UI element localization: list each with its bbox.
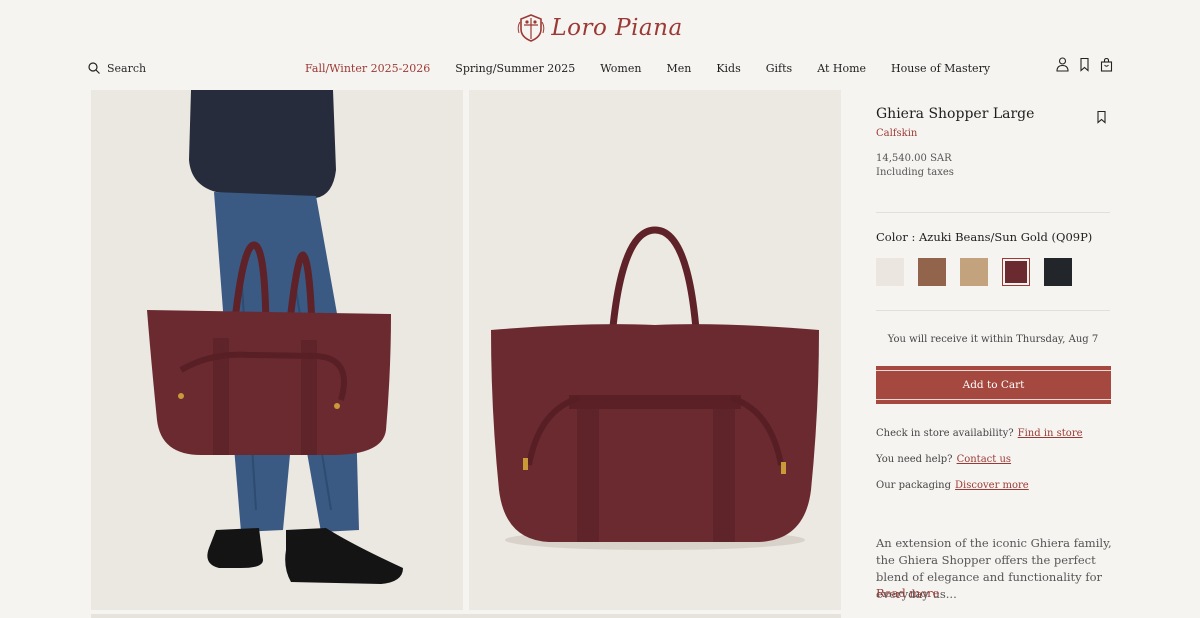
image-strip — [91, 614, 841, 618]
divider — [876, 212, 1110, 213]
packaging-text: Our packaging — [876, 480, 952, 491]
brand-wordmark: Loro Piana — [551, 15, 683, 41]
nav-item-men[interactable]: Men — [666, 62, 691, 75]
crest-icon — [518, 14, 545, 42]
nav-item-at-home[interactable]: At Home — [817, 62, 866, 75]
color-swatch-azuki-beans[interactable] — [1002, 258, 1030, 286]
color-swatches — [876, 258, 1072, 286]
color-swatch-black[interactable] — [1044, 258, 1072, 286]
search-icon — [88, 62, 100, 74]
product-image-model[interactable] — [91, 90, 463, 610]
search-button[interactable]: Search — [88, 60, 146, 76]
bookmark-icon[interactable] — [1078, 57, 1091, 72]
product-price: 14,540.00 SAR — [876, 153, 952, 164]
account-icon[interactable] — [1056, 57, 1069, 72]
color-swatch-tan[interactable] — [960, 258, 988, 286]
contact-us-link[interactable]: Contact us — [957, 454, 1011, 465]
discover-more-link[interactable]: Discover more — [955, 480, 1029, 491]
product-title: Ghiera Shopper Large — [876, 106, 1035, 122]
nav-item-women[interactable]: Women — [600, 62, 641, 75]
shopping-bag-icon[interactable] — [1100, 57, 1113, 72]
read-more-link[interactable]: Read more — [876, 586, 939, 600]
color-label: Color : Azuki Beans/Sun Gold (Q09P) — [876, 230, 1093, 244]
nav-item-house-of-mastery[interactable]: House of Mastery — [891, 62, 990, 75]
add-to-cart-button[interactable]: Add to Cart — [876, 366, 1111, 404]
search-label: Search — [107, 61, 147, 75]
help-row: You need help? Contact us — [876, 454, 1011, 465]
nav-item-gifts[interactable]: Gifts — [766, 62, 792, 75]
help-text: You need help? — [876, 454, 953, 465]
color-swatch-ivory[interactable] — [876, 258, 904, 286]
product-image-front[interactable] — [469, 90, 841, 610]
product-material: Calfskin — [876, 128, 918, 139]
wishlist-icon[interactable] — [1096, 109, 1107, 124]
brand-logo[interactable]: Loro Piana — [0, 10, 1200, 46]
main-nav: Fall/Winter 2025-2026 Spring/Summer 2025… — [305, 60, 990, 76]
utility-icons — [1056, 57, 1113, 72]
store-availability-row: Check in store availability? Find in stor… — [876, 428, 1083, 439]
color-swatch-brown[interactable] — [918, 258, 946, 286]
divider — [876, 310, 1110, 311]
packaging-row: Our packaging Discover more — [876, 480, 1029, 491]
nav-item-kids[interactable]: Kids — [716, 62, 740, 75]
product-title-wrap: Ghiera Shopper Large — [876, 106, 1110, 122]
price-taxes-note: Including taxes — [876, 167, 954, 178]
nav-item-spring-summer[interactable]: Spring/Summer 2025 — [455, 62, 575, 75]
store-availability-text: Check in store availability? — [876, 428, 1014, 439]
delivery-estimate: You will receive it within Thursday, Aug… — [887, 334, 1099, 345]
find-in-store-link[interactable]: Find in store — [1018, 428, 1083, 439]
nav-item-fall-winter[interactable]: Fall/Winter 2025-2026 — [305, 62, 430, 75]
